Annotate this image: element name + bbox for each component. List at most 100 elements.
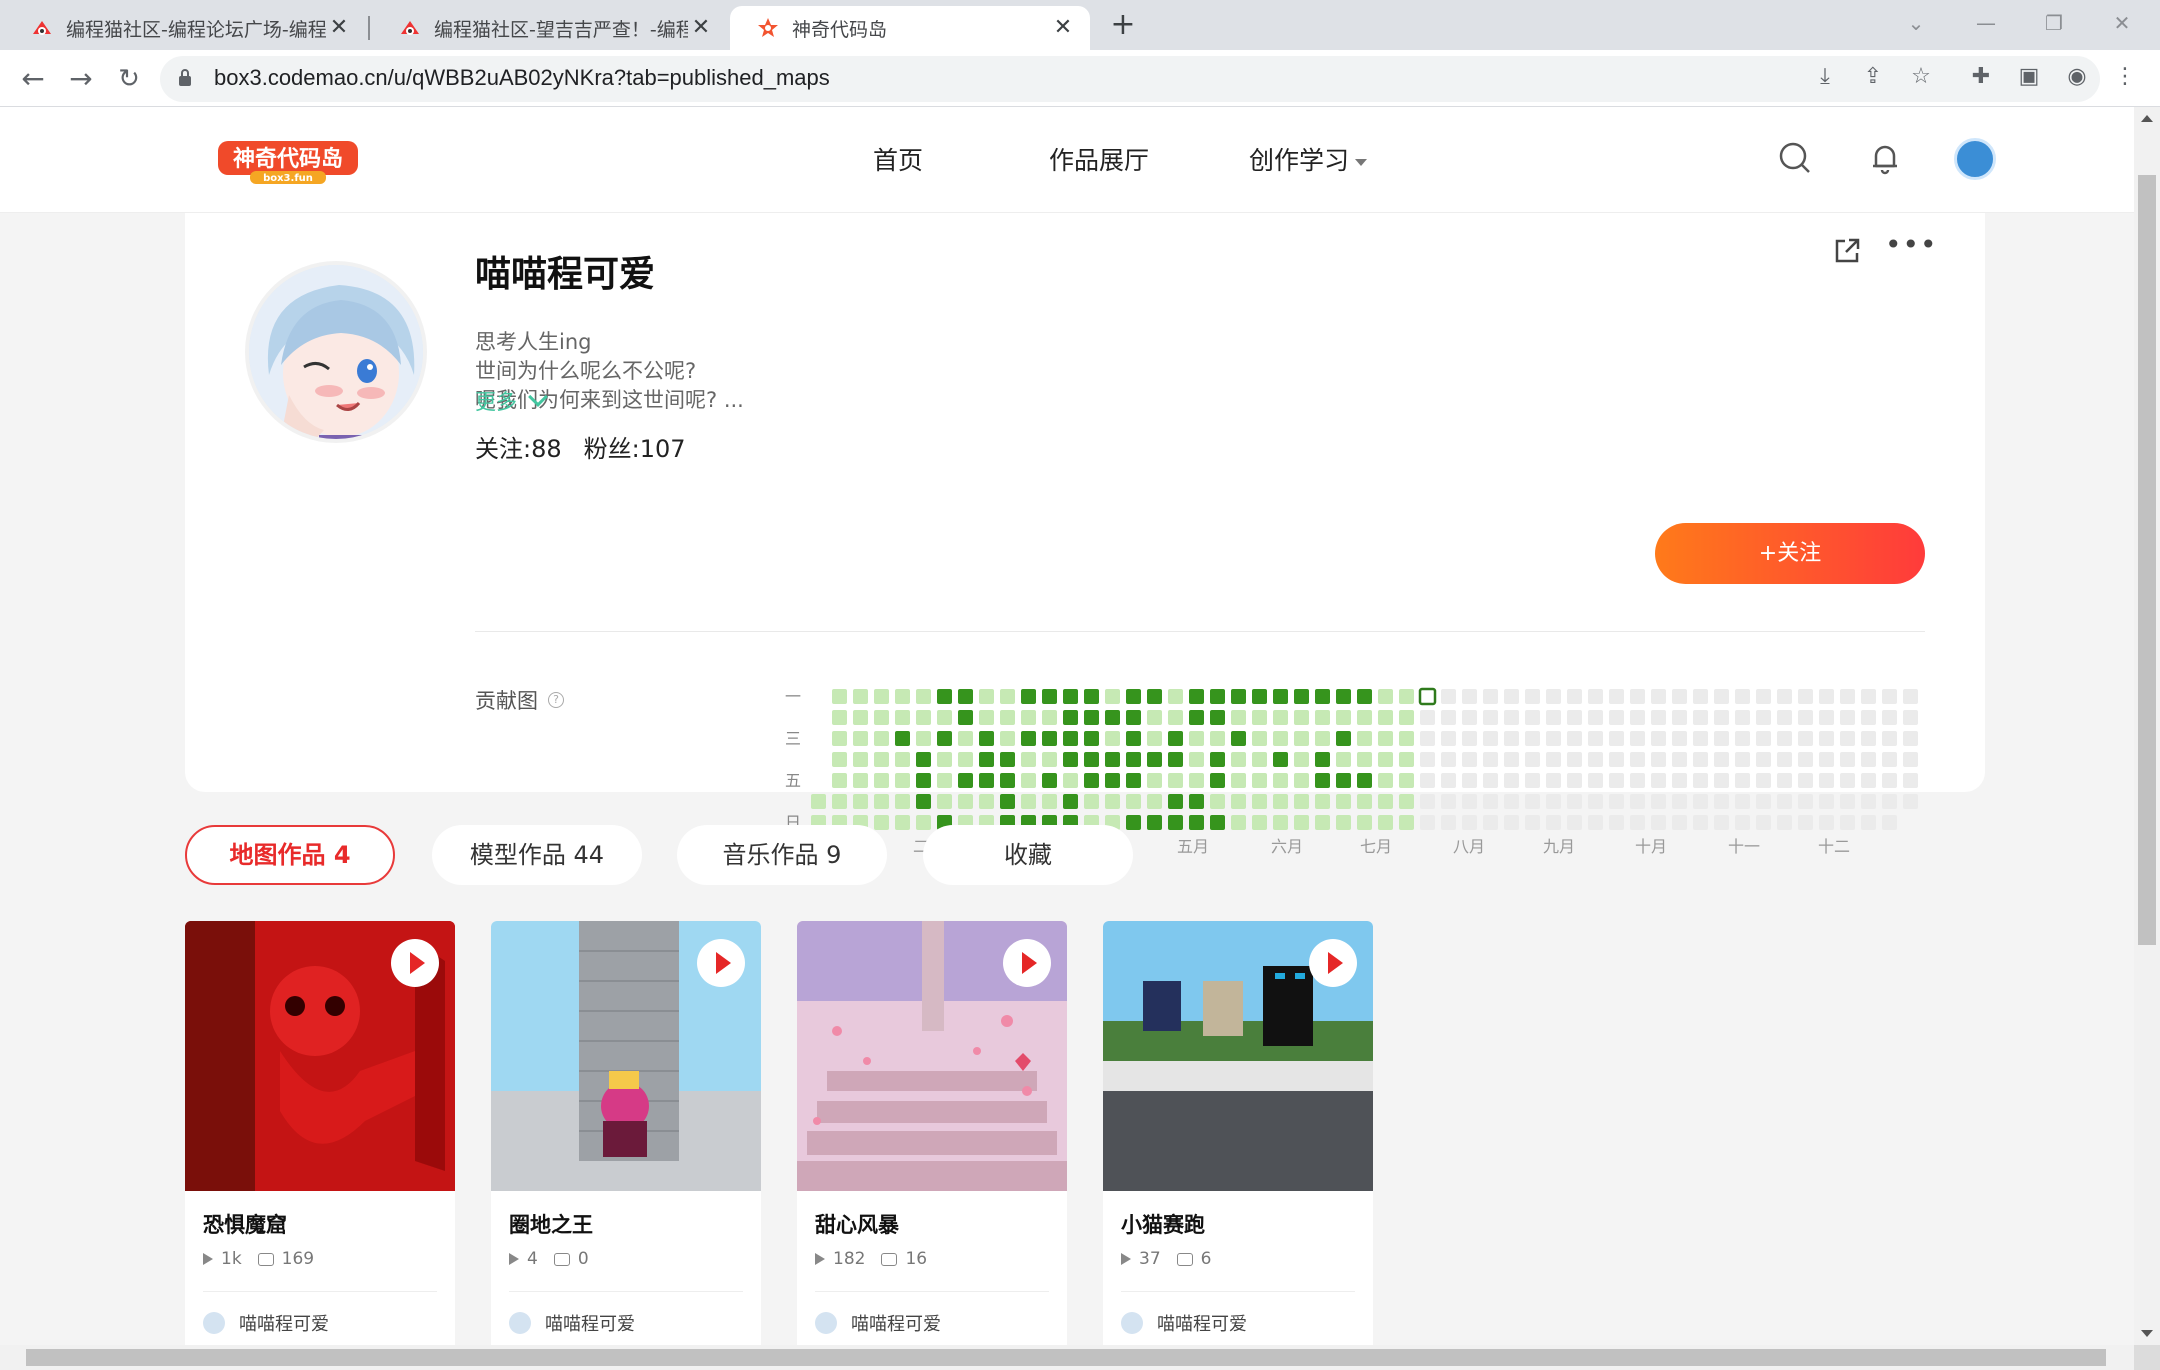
bell-icon[interactable] (1866, 139, 1904, 177)
heatmap-cell[interactable] (1840, 815, 1855, 830)
heatmap-cell[interactable] (1714, 773, 1729, 788)
heatmap-cell[interactable] (1903, 752, 1918, 767)
heatmap-cell[interactable] (958, 752, 973, 767)
side-panel-icon[interactable]: ▣ (2012, 60, 2046, 94)
heatmap-cell[interactable] (1126, 773, 1141, 788)
heatmap-cell[interactable] (874, 752, 889, 767)
heatmap-cell[interactable] (937, 689, 952, 704)
heatmap-cell[interactable] (1651, 731, 1666, 746)
heatmap-cell[interactable] (1294, 752, 1309, 767)
heatmap-cell[interactable] (1693, 815, 1708, 830)
heatmap-cell[interactable] (1546, 752, 1561, 767)
heatmap-cell[interactable] (895, 815, 910, 830)
work-author[interactable]: 喵喵程可爱 (509, 1310, 635, 1336)
browser-tab-1[interactable]: 编程猫社区-编程论坛广场-编程学 ✕ (4, 6, 366, 50)
heatmap-cell[interactable] (1483, 731, 1498, 746)
heatmap-cell[interactable] (1378, 689, 1393, 704)
heatmap-cell[interactable] (1672, 689, 1687, 704)
site-logo[interactable]: 神奇代码岛 box3.fun (216, 135, 361, 185)
heatmap-cell[interactable] (916, 689, 931, 704)
heatmap-cell[interactable] (1672, 773, 1687, 788)
heatmap-cell[interactable] (1441, 794, 1456, 809)
heatmap-cell[interactable] (1735, 752, 1750, 767)
heatmap-cell[interactable] (1504, 773, 1519, 788)
heatmap-cell[interactable] (1336, 773, 1351, 788)
heatmap-cell[interactable] (1819, 773, 1834, 788)
heatmap-cell[interactable] (958, 689, 973, 704)
heatmap-cell[interactable] (853, 710, 868, 725)
heatmap-cell[interactable] (979, 794, 994, 809)
heatmap-cell[interactable] (1420, 752, 1435, 767)
heatmap-cell[interactable] (1420, 815, 1435, 830)
heatmap-cell[interactable] (937, 710, 952, 725)
heatmap-cell[interactable] (1588, 731, 1603, 746)
followers-count[interactable]: 粉丝:107 (584, 435, 686, 463)
work-card[interactable]: 恐惧魔窟 1k 169 喵喵程可爱 (185, 921, 455, 1345)
browser-menu-icon[interactable]: ⋮ (2114, 60, 2136, 94)
heatmap-cell[interactable] (1735, 815, 1750, 830)
heatmap-cell[interactable] (853, 794, 868, 809)
heatmap-cell[interactable] (1042, 794, 1057, 809)
play-icon[interactable] (1309, 939, 1357, 987)
heatmap-cell[interactable] (1315, 794, 1330, 809)
heatmap-cell[interactable] (1882, 773, 1897, 788)
heatmap-cell[interactable] (1840, 710, 1855, 725)
heatmap-cell[interactable] (832, 731, 847, 746)
heatmap-cell[interactable] (958, 710, 973, 725)
heatmap-cell[interactable] (1441, 815, 1456, 830)
tab-maps[interactable]: 地图作品 4 (185, 825, 395, 885)
nav-gallery[interactable]: 作品展厅 (1049, 141, 1149, 177)
heatmap-cell[interactable] (1672, 815, 1687, 830)
heatmap-cell[interactable] (937, 794, 952, 809)
heatmap-cell[interactable] (1567, 689, 1582, 704)
heatmap-cell[interactable] (1105, 773, 1120, 788)
heatmap-cell[interactable] (1546, 794, 1561, 809)
heatmap-cell[interactable] (1315, 815, 1330, 830)
heatmap-cell[interactable] (1546, 773, 1561, 788)
heatmap-cell[interactable] (1756, 773, 1771, 788)
heatmap-cell[interactable] (1546, 815, 1561, 830)
heatmap-cell[interactable] (1252, 773, 1267, 788)
vertical-scrollbar[interactable] (2134, 107, 2160, 1345)
heatmap-cell[interactable] (1147, 815, 1162, 830)
heatmap-cell[interactable] (1651, 773, 1666, 788)
user-avatar[interactable] (1954, 138, 1996, 180)
heatmap-cell[interactable] (1399, 815, 1414, 830)
heatmap-cell[interactable] (1147, 731, 1162, 746)
heatmap-cell[interactable] (1735, 794, 1750, 809)
heatmap-cell[interactable] (1021, 752, 1036, 767)
heatmap-cell[interactable] (1609, 710, 1624, 725)
heatmap-cell[interactable] (1903, 794, 1918, 809)
heatmap-cell[interactable] (1777, 710, 1792, 725)
heatmap-cell[interactable] (937, 731, 952, 746)
heatmap-cell[interactable] (1315, 752, 1330, 767)
heatmap-cell[interactable] (1777, 773, 1792, 788)
heatmap-cell[interactable] (1315, 689, 1330, 704)
heatmap-cell[interactable] (1063, 731, 1078, 746)
heatmap-cell[interactable] (1021, 731, 1036, 746)
heatmap-cell[interactable] (853, 689, 868, 704)
heatmap-cell[interactable] (1357, 773, 1372, 788)
heatmap-cell[interactable] (1000, 773, 1015, 788)
heatmap-cell[interactable] (1042, 689, 1057, 704)
heatmap-cell[interactable] (832, 773, 847, 788)
heatmap-cell[interactable] (1042, 710, 1057, 725)
work-author[interactable]: 喵喵程可爱 (815, 1310, 941, 1336)
heatmap-cell[interactable] (1777, 815, 1792, 830)
heatmap-cell[interactable] (1714, 752, 1729, 767)
heatmap-cell[interactable] (1126, 731, 1141, 746)
heatmap-cell[interactable] (1210, 710, 1225, 725)
heatmap-cell[interactable] (1168, 689, 1183, 704)
heatmap-cell[interactable] (1714, 815, 1729, 830)
heatmap-cell[interactable] (1525, 689, 1540, 704)
heatmap-cell[interactable] (1609, 815, 1624, 830)
heatmap-cell[interactable] (1882, 710, 1897, 725)
heatmap-cell[interactable] (1861, 689, 1876, 704)
heatmap-cell[interactable] (1756, 689, 1771, 704)
heatmap-cell[interactable] (1651, 815, 1666, 830)
heatmap-cell[interactable] (1903, 773, 1918, 788)
heatmap-cell[interactable] (1168, 773, 1183, 788)
heatmap-cell[interactable] (1462, 815, 1477, 830)
heatmap-cell[interactable] (1063, 752, 1078, 767)
heatmap-cell[interactable] (1714, 689, 1729, 704)
